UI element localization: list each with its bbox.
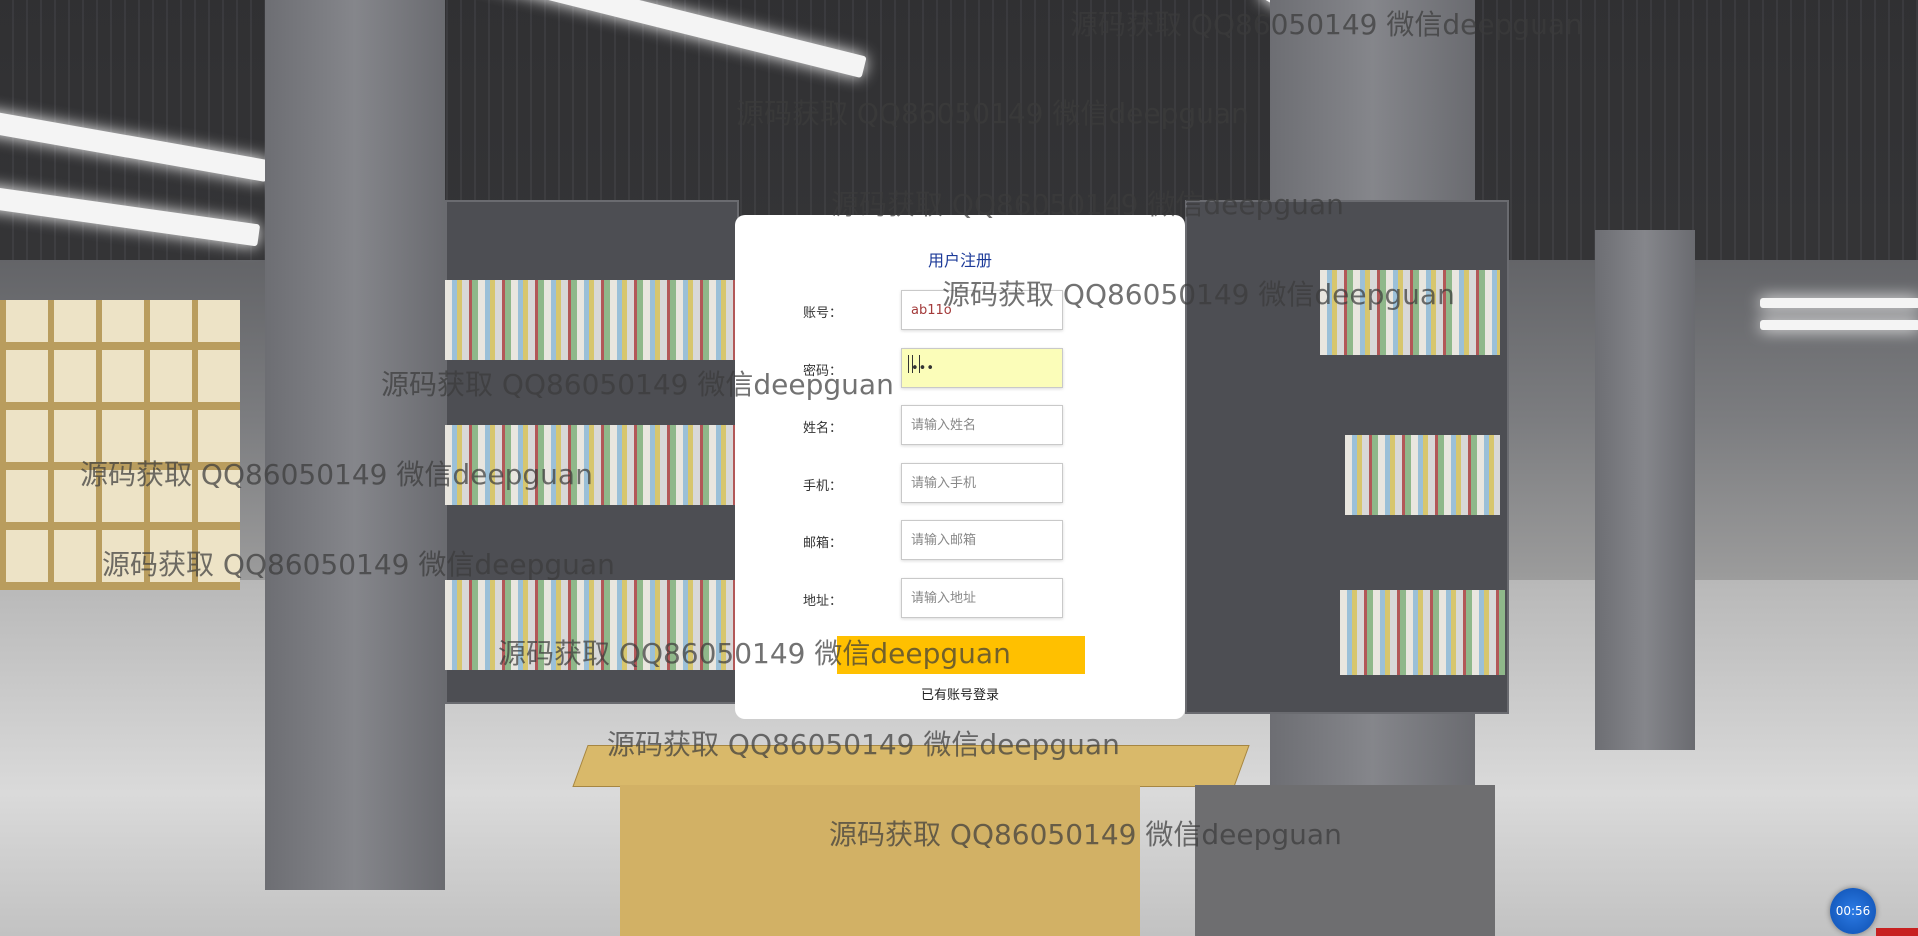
password-input[interactable] (901, 348, 1063, 388)
email-input[interactable] (901, 520, 1063, 560)
watermark: 源码获取 QQ86050149 微信deepguan (736, 97, 1249, 130)
watermark: 源码获取 QQ86050149 微信deepguan (498, 637, 1011, 670)
form-title: 用户注册 (927, 251, 992, 270)
watermark: 源码获取 QQ86050149 微信deepguan (80, 458, 593, 491)
books (1345, 435, 1500, 515)
pillar (265, 0, 445, 890)
watermark: 源码获取 QQ86050149 微信deepguan (942, 278, 1455, 311)
bench-base (620, 785, 1140, 936)
text-cursor-icon (908, 355, 920, 373)
books (1340, 590, 1505, 675)
books (445, 280, 735, 360)
login-link[interactable]: 已有账号登录 (735, 684, 1185, 703)
ceiling-light (1760, 320, 1918, 330)
recording-timer[interactable]: 00:56 (1830, 888, 1876, 934)
name-input[interactable] (901, 405, 1063, 445)
watermark: 源码获取 QQ86050149 微信deepguan (607, 728, 1120, 761)
name-label: 姓名： (803, 421, 843, 436)
phone-label: 手机： (803, 479, 843, 494)
corner-badge (1876, 928, 1918, 936)
address-label: 地址： (803, 594, 843, 609)
pillar (1595, 230, 1695, 750)
watermark: 源码获取 QQ86050149 微信deepguan (1070, 8, 1583, 41)
address-input[interactable] (901, 578, 1063, 618)
phone-input[interactable] (901, 463, 1063, 503)
watermark: 源码获取 QQ86050149 微信deepguan (381, 368, 894, 401)
watermark: 源码获取 QQ86050149 微信deepguan (102, 548, 615, 581)
bench-cushion (1195, 785, 1495, 936)
email-label: 邮箱： (803, 536, 843, 551)
account-label: 账号： (803, 306, 843, 321)
ceiling-light (1760, 298, 1918, 308)
watermark: 源码获取 QQ86050149 微信deepguan (831, 188, 1344, 221)
watermark: 源码获取 QQ86050149 微信deepguan (829, 818, 1342, 851)
